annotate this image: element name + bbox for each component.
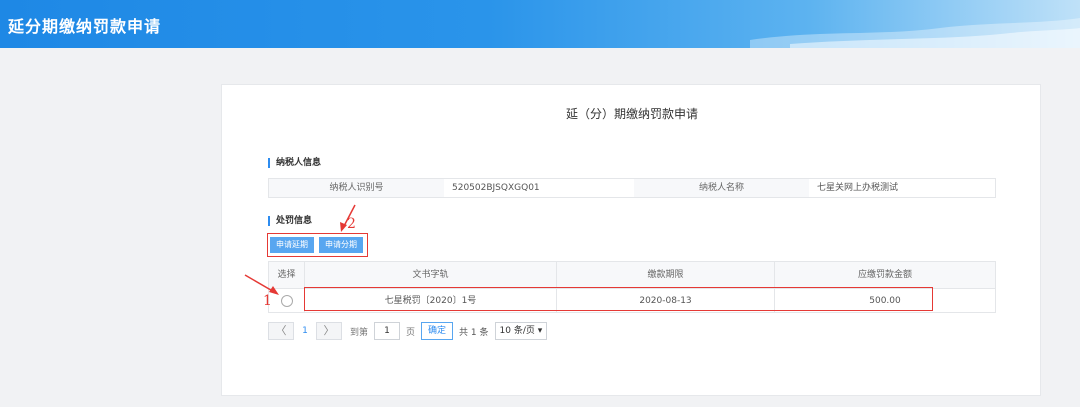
annotation-mark-1: 1 — [263, 293, 272, 309]
annotation-arrows — [244, 204, 356, 295]
annotation-mark-2: 2 — [347, 216, 356, 232]
